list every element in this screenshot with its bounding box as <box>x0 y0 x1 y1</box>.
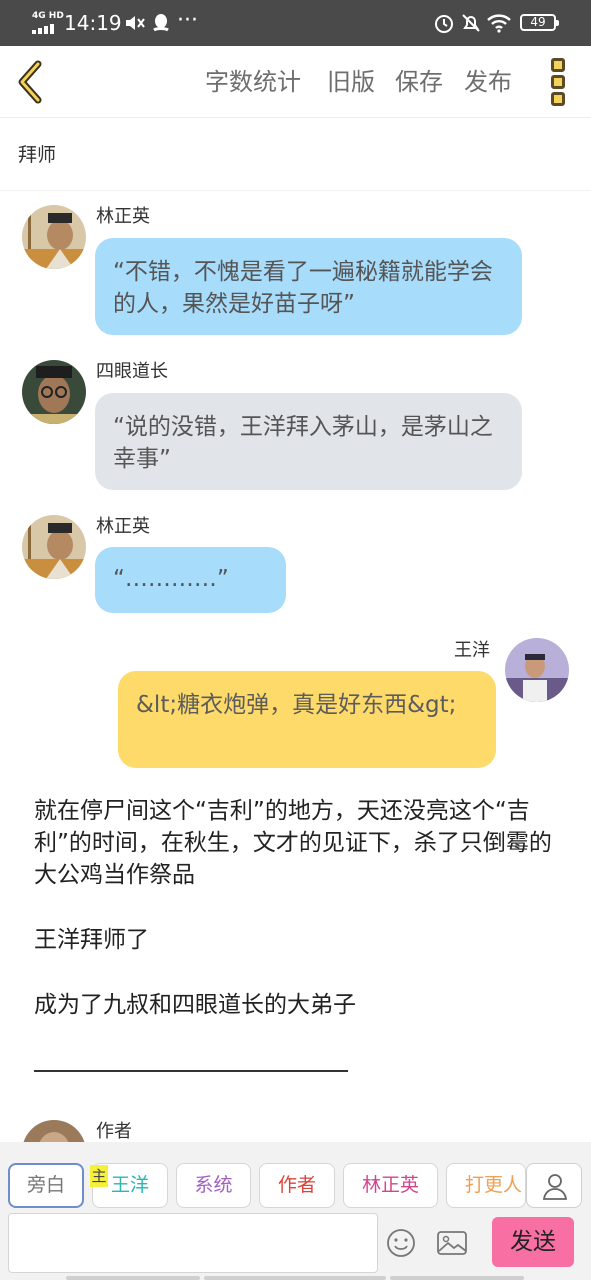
role-chip-system[interactable]: 系统 <box>176 1163 251 1208</box>
image-icon[interactable] <box>436 1228 468 1258</box>
old-version-button[interactable]: 旧版 <box>327 66 375 98</box>
divider <box>0 190 591 191</box>
top-bar: 字数统计 旧版 保存 发布 <box>0 46 591 118</box>
role-chip-lin-zhengying[interactable]: 林正英 <box>343 1163 438 1208</box>
avatar-siyan-daozhang[interactable] <box>22 360 86 424</box>
network-type: 4G HD <box>32 11 64 21</box>
chapter-title[interactable]: 拜师 <box>18 143 56 167</box>
chat-bubble[interactable]: “…………” <box>95 547 286 613</box>
separator-line <box>34 1070 348 1072</box>
save-button[interactable]: 保存 <box>395 66 443 98</box>
speaker-name: 作者 <box>96 1121 132 1142</box>
avatar-wang-yang[interactable] <box>505 638 569 702</box>
scroll-indicator <box>390 1276 524 1280</box>
role-manage-button[interactable] <box>526 1163 582 1208</box>
clock: 14:19 <box>64 11 122 35</box>
mute-icon <box>126 16 145 30</box>
more-dots-icon: ··· <box>177 8 198 33</box>
send-button[interactable]: 发送 <box>492 1217 574 1267</box>
back-arrow-icon <box>18 60 42 104</box>
signal-icon <box>32 22 58 34</box>
wifi-icon <box>487 14 511 33</box>
main-role-badge: 主 <box>90 1165 108 1187</box>
avatar-lin-zhengying[interactable] <box>22 515 86 579</box>
person-icon <box>542 1174 568 1200</box>
status-bar: 4G HD 14:19 ··· 49 <box>0 0 591 46</box>
narration-paragraph[interactable]: 成为了九叔和四眼道长的大弟子 <box>34 989 564 1021</box>
speaker-name: 王洋 <box>454 640 490 661</box>
avatar-lin-zhengying[interactable] <box>22 205 86 269</box>
more-menu-button[interactable] <box>545 56 571 108</box>
dnd-icon <box>462 14 480 32</box>
alarm-icon <box>435 15 453 33</box>
speaker-name: 林正英 <box>96 516 150 537</box>
chat-bubble[interactable]: “不错，不愧是看了一遍秘籍就能学会的人，果然是好苗子呀” <box>95 238 522 335</box>
narration-paragraph[interactable]: 王洋拜师了 <box>34 924 564 956</box>
back-button[interactable] <box>12 58 52 106</box>
message-input[interactable] <box>8 1213 378 1273</box>
scroll-indicator <box>66 1276 200 1280</box>
chat-bubble[interactable]: &lt;糖衣炮弹，真是好东西&gt; <box>118 671 496 768</box>
emoji-icon[interactable] <box>386 1228 416 1258</box>
role-chip-narrator[interactable]: 旁白 <box>8 1163 84 1208</box>
role-chip-watchman[interactable]: 打更人 <box>446 1163 526 1208</box>
qq-icon <box>153 14 169 32</box>
word-count-button[interactable]: 字数统计 <box>205 66 301 98</box>
role-chip-author[interactable]: 作者 <box>259 1163 335 1208</box>
speaker-name: 林正英 <box>96 206 150 227</box>
chat-bubble[interactable]: “说的没错，王洋拜入茅山，是茅山之幸事” <box>95 393 522 490</box>
battery-icon: 49 <box>520 14 559 31</box>
scroll-indicator <box>204 1276 386 1280</box>
speaker-name: 四眼道长 <box>96 361 168 382</box>
narration-paragraph[interactable]: 就在停尸间这个“吉利”的地方，天还没亮这个“吉利”的时间，在秋生，文才的见证下，… <box>34 795 564 891</box>
editor-screen: 4G HD 14:19 ··· 49 字数统计 旧版 保存 发布 拜师 林正英 … <box>0 0 591 1280</box>
publish-button[interactable]: 发布 <box>464 66 512 98</box>
